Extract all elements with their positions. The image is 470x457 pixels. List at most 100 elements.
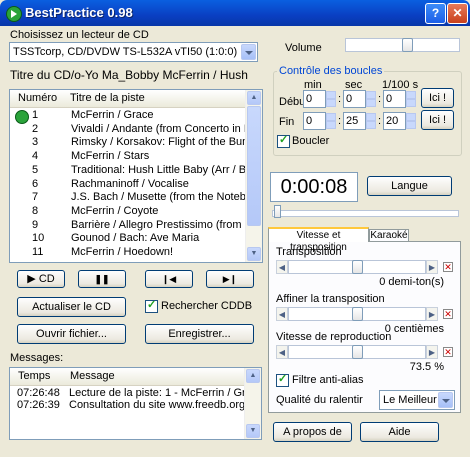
track-row[interactable]: 11 McFerrin / Hoedown! [10, 246, 245, 261]
transposition-thumb[interactable] [351, 260, 363, 274]
messages-scrollbar[interactable]: ▲ ▼ [244, 368, 261, 439]
col-time-header[interactable]: Temps [18, 370, 50, 382]
speed-left-icon[interactable]: ◀ [276, 345, 288, 359]
scroll-down-icon[interactable]: ▼ [247, 247, 261, 261]
fine-tune-slider[interactable] [288, 307, 426, 321]
next-track-button[interactable]: ▶❙ [206, 270, 254, 288]
pause-icon: ❚❚ [94, 274, 110, 284]
end-cs-spinner[interactable] [406, 113, 416, 129]
cd-reader-select[interactable]: TSSTcorp, CD/DVDW TS-L532A vTI50 (1:0:0) [9, 42, 258, 62]
fine-tune-label: Affiner la transposition [276, 293, 385, 305]
track-title: Vivaldi / Andante (from Concerto in D mi… [71, 122, 245, 135]
loop-checkbox[interactable] [277, 133, 290, 148]
position-track[interactable] [272, 210, 459, 217]
transposition-left-icon[interactable]: ◀ [276, 260, 288, 274]
volume-slider-thumb[interactable] [402, 38, 414, 52]
language-button[interactable]: Langue [367, 176, 452, 196]
app-icon [6, 6, 22, 22]
col-num-header[interactable]: Numéro [18, 92, 57, 104]
fine-tune-right-icon[interactable]: ▶ [426, 307, 438, 321]
speed-value: 73.5 % [409, 361, 444, 373]
track-number: 5 [32, 163, 39, 176]
track-title: McFerrin / Coyote [71, 204, 159, 217]
tab-speed-label: Vitesse et transposition [290, 230, 347, 253]
start-cs-spinner[interactable] [406, 91, 416, 107]
close-button[interactable]: ✕ [447, 3, 468, 24]
separator: : [338, 115, 342, 127]
quality-value: Le Meilleur [383, 394, 437, 406]
fine-tune-left-icon[interactable]: ◀ [276, 307, 288, 321]
track-number: 8 [32, 204, 39, 217]
chevron-down-icon[interactable] [438, 392, 453, 408]
chevron-down-icon[interactable] [241, 44, 256, 60]
position-thumb[interactable] [273, 205, 281, 218]
set-end-here-button[interactable]: Ici ! [421, 110, 454, 130]
volume-label: Volume [285, 42, 322, 54]
search-cddb-label: Rechercher CDDB [161, 300, 253, 312]
tab-karaoke-label: Karaoké [370, 230, 408, 241]
play-cd-button[interactable]: ▶ CD [17, 270, 65, 288]
scroll-up-icon[interactable]: ▲ [246, 369, 260, 383]
separator: : [378, 115, 382, 127]
antialias-label: Filtre anti-alias [292, 374, 364, 386]
reset-speed-icon[interactable]: ✕ [443, 347, 453, 357]
scroll-up-icon[interactable]: ▲ [247, 91, 261, 105]
speed-slider[interactable] [288, 345, 426, 359]
track-list[interactable]: Numéro Titre de la piste 1 McFerrin / Gra… [9, 89, 263, 263]
start-cs-value: 0 [386, 93, 393, 105]
fine-tune-thumb[interactable] [351, 307, 363, 321]
start-sec-field[interactable]: 0 [343, 90, 366, 108]
track-number: 1 [32, 109, 39, 121]
reset-fine-tune-icon[interactable]: ✕ [443, 309, 453, 319]
help-button[interactable]: Aide [360, 422, 439, 442]
transposition-slider[interactable] [288, 260, 426, 274]
messages-list[interactable]: Temps Message 07:26:48 Lecture de la pis… [9, 367, 262, 440]
transposition-right-icon[interactable]: ▶ [426, 260, 438, 274]
start-sec-spinner[interactable] [366, 91, 376, 107]
speed-right-icon[interactable]: ▶ [426, 345, 438, 359]
scroll-thumb[interactable] [247, 106, 261, 226]
refresh-cd-button[interactable]: Actualiser le CD [17, 297, 126, 317]
about-button[interactable]: A propos de [273, 422, 352, 442]
reset-transposition-icon[interactable]: ✕ [443, 262, 453, 272]
track-number: 6 [32, 177, 39, 190]
volume-slider[interactable] [345, 38, 460, 52]
message-time: 07:26:48 [17, 387, 60, 399]
window-title: BestPractice 0.98 [25, 5, 133, 20]
speed-thumb[interactable] [351, 345, 363, 359]
track-list-scrollbar[interactable]: ▲ ▼ [245, 90, 262, 262]
col-msg-header[interactable]: Message [70, 370, 115, 382]
track-title: McFerrin / Grace [71, 109, 154, 121]
end-cs-field[interactable]: 20 [383, 112, 406, 130]
scroll-down-icon[interactable]: ▼ [246, 424, 260, 438]
cd-reader-value: TSSTcorp, CD/DVDW TS-L532A vTI50 (1:0:0) [13, 46, 238, 58]
end-sec-spinner[interactable] [366, 113, 376, 129]
end-min-field[interactable]: 0 [303, 112, 326, 130]
save-button[interactable]: Enregistrer... [145, 324, 254, 344]
end-min-spinner[interactable] [326, 113, 336, 129]
antialias-checkbox[interactable] [276, 372, 289, 387]
message-text: Lecture de la piste: 1 - McFerrin / Grac… [69, 387, 245, 399]
track-number: 4 [32, 150, 39, 163]
fine-tune-value: 0 centièmes [384, 323, 444, 335]
search-cddb-checkbox[interactable] [145, 298, 158, 313]
previous-track-button[interactable]: ❙◀ [145, 270, 193, 288]
track-title: McFerrin / Hoedown! [71, 246, 174, 258]
set-start-here-button[interactable]: Ici ! [421, 88, 454, 108]
help-title-button[interactable]: ? [425, 3, 446, 24]
end-sec-field[interactable]: 25 [343, 112, 366, 130]
track-number: 10 [32, 232, 45, 245]
transposition-value: 0 demi-ton(s) [379, 276, 444, 288]
loop-label: Boucler [292, 135, 330, 147]
quality-select[interactable]: Le Meilleur [379, 390, 455, 410]
tab-speed-transposition[interactable]: Vitesse et transposition [268, 227, 369, 253]
start-min-field[interactable]: 0 [303, 90, 326, 108]
open-file-button[interactable]: Ouvrir fichier... [17, 324, 126, 344]
pause-button[interactable]: ❚❚ [78, 270, 126, 288]
start-cs-field[interactable]: 0 [383, 90, 406, 108]
start-min-spinner[interactable] [326, 91, 336, 107]
speed-transposition-panel: Transposition ◀ ▶ ✕ 0 demi-ton(s) Affine… [268, 241, 461, 413]
col-title-header[interactable]: Titre de la piste [70, 92, 145, 104]
track-number: 11 [32, 246, 44, 258]
message-text: Consultation du site www.freedb.org en..… [69, 399, 245, 411]
